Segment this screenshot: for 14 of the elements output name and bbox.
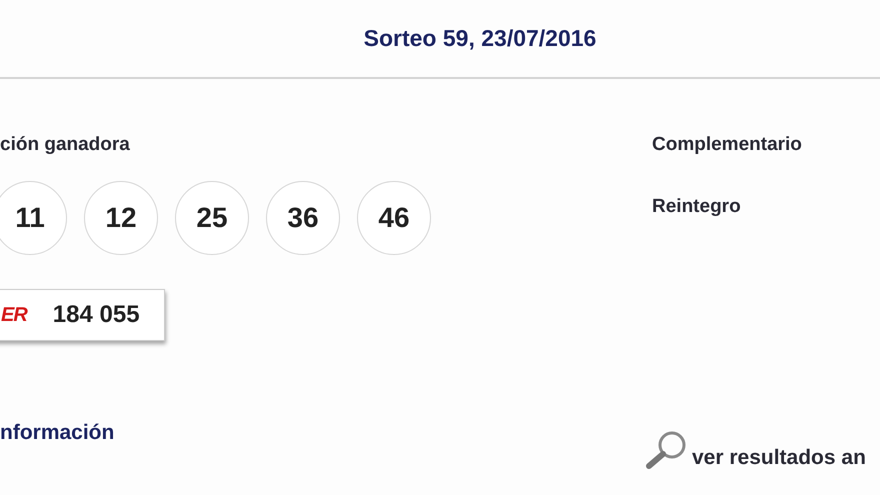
section-label: ción ganadora xyxy=(0,133,131,157)
reintegro-label: Reintegro xyxy=(652,195,742,219)
number-ball: 11 xyxy=(0,181,67,255)
results-link[interactable]: ver resultados an xyxy=(644,430,866,470)
number-ball: 25 xyxy=(175,181,249,255)
search-icon xyxy=(644,430,688,470)
draw-title: Sorteo 59, 23/07/2016 xyxy=(364,25,596,52)
number-ball: 36 xyxy=(266,181,340,255)
joker-label: ER xyxy=(1,304,27,326)
info-heading: nformación xyxy=(0,421,116,445)
complementario-label: Complementario xyxy=(652,133,803,157)
number-ball: 12 xyxy=(84,181,158,255)
number-ball: 46 xyxy=(357,181,431,255)
joker-number: 184 055 xyxy=(52,301,140,329)
